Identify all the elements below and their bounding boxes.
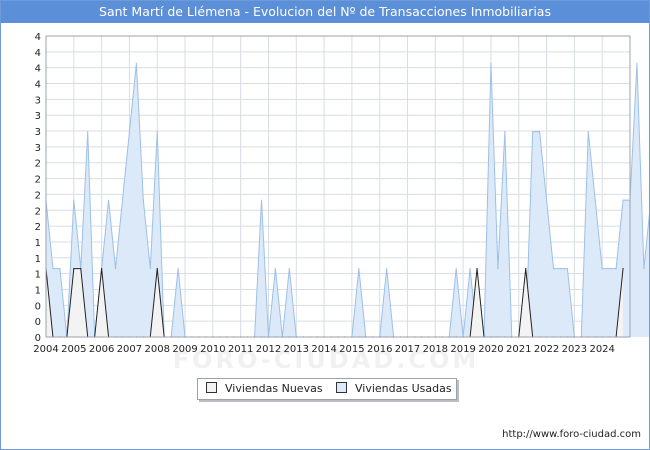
data-point-usadas (608, 267, 610, 270)
x-tick-label: 2017 (395, 344, 420, 355)
x-tick-label: 2018 (423, 344, 448, 355)
data-point-usadas (128, 131, 131, 133)
y-tick-label: 0 (35, 317, 41, 328)
legend-swatch-nuevas (206, 382, 217, 393)
x-tick-label: 2021 (506, 344, 531, 355)
data-point-usadas (386, 267, 388, 270)
x-tick-label: 2024 (589, 344, 614, 355)
y-tick-label: 2 (35, 222, 41, 233)
data-point-usadas (490, 62, 492, 64)
x-tick-label: 2016 (367, 344, 392, 355)
data-point-usadas (156, 131, 158, 133)
data-point-usadas (288, 267, 290, 270)
y-tick-label: 3 (35, 111, 41, 122)
y-tick-label: 3 (35, 127, 41, 138)
x-tick-label: 2005 (61, 344, 86, 355)
data-point-usadas (358, 267, 360, 270)
y-tick-label: 1 (35, 285, 41, 296)
y-tick-label: 1 (35, 270, 41, 281)
x-tick-label: 2020 (478, 344, 503, 355)
x-tick-label: 2004 (33, 344, 58, 355)
data-point-usadas (559, 267, 562, 270)
legend-swatch-usadas (336, 382, 347, 393)
data-point-usadas (504, 131, 506, 133)
data-point-usadas (545, 199, 548, 201)
data-point-nuevas (156, 267, 158, 270)
data-point-usadas (274, 267, 277, 270)
x-tick-label: 2011 (228, 344, 253, 355)
x-tick-label: 2006 (89, 344, 114, 355)
y-tick-label: 2 (35, 175, 41, 186)
data-point-usadas (177, 267, 179, 270)
y-tick-label: 0 (35, 333, 41, 344)
data-point-usadas (615, 267, 617, 270)
data-point-nuevas (622, 267, 624, 270)
chart-legend: Viviendas Nuevas Viviendas Usadas (197, 378, 457, 400)
data-point-usadas (52, 267, 54, 270)
y-tick-label: 2 (35, 159, 41, 170)
data-point-usadas (601, 267, 603, 270)
legend-item-usadas: Viviendas Usadas (336, 382, 452, 396)
data-point-usadas (622, 199, 624, 201)
data-point-usadas (636, 62, 638, 64)
data-point-nuevas (73, 267, 75, 270)
data-point-usadas (552, 267, 555, 270)
x-tick-label: 2007 (117, 344, 142, 355)
data-point-usadas (142, 199, 144, 201)
data-point-usadas (587, 131, 589, 133)
y-tick-label: 0 (35, 301, 41, 312)
data-point-nuevas (80, 267, 82, 270)
data-point-usadas (594, 199, 596, 201)
data-point-usadas (107, 199, 110, 201)
data-point-usadas (73, 199, 75, 201)
source-url: http://www.foro-ciudad.com (502, 429, 641, 440)
data-point-usadas (59, 267, 61, 270)
x-tick-label: 2014 (311, 344, 336, 355)
data-point-usadas (87, 131, 89, 133)
data-point-usadas (121, 199, 124, 201)
data-point-usadas (566, 267, 569, 270)
y-tick-label: 4 (35, 32, 41, 43)
data-point-nuevas (525, 267, 527, 270)
x-tick-label: 2009 (172, 344, 197, 355)
data-point-usadas (539, 131, 541, 133)
data-point-usadas (469, 267, 471, 270)
y-tick-label: 3 (35, 143, 41, 154)
data-point-nuevas (476, 267, 478, 270)
legend-label-nuevas: Viviendas Nuevas (225, 382, 323, 395)
chart-frame: Sant Martí de Llémena - Evolucion del Nº… (0, 0, 650, 450)
x-tick-label: 2015 (339, 344, 364, 355)
x-tick-label: 2008 (145, 344, 170, 355)
y-tick-label: 4 (35, 48, 41, 59)
data-point-usadas (135, 62, 137, 64)
x-tick-label: 2019 (450, 344, 475, 355)
legend-item-nuevas: Viviendas Nuevas (206, 382, 323, 396)
legend-label-usadas: Viviendas Usadas (355, 382, 452, 395)
data-point-nuevas (101, 267, 103, 270)
y-tick-label: 3 (35, 95, 41, 106)
x-tick-label: 2022 (534, 344, 559, 355)
x-tick-label: 2013 (284, 344, 309, 355)
x-tick-label: 2012 (256, 344, 281, 355)
data-point-usadas (497, 267, 499, 270)
data-point-usadas (532, 131, 534, 133)
y-tick-label: 2 (35, 206, 41, 217)
y-tick-label: 1 (35, 238, 41, 249)
data-point-usadas (455, 267, 457, 270)
data-point-usadas (260, 199, 263, 201)
y-tick-label: 1 (35, 254, 41, 265)
y-tick-label: 2 (35, 190, 41, 201)
data-point-usadas (114, 267, 117, 270)
data-point-usadas (149, 267, 151, 270)
data-point-usadas (643, 267, 645, 270)
y-tick-label: 4 (35, 80, 41, 91)
x-tick-label: 2023 (562, 344, 587, 355)
y-tick-label: 4 (35, 64, 41, 75)
x-tick-label: 2010 (200, 344, 225, 355)
